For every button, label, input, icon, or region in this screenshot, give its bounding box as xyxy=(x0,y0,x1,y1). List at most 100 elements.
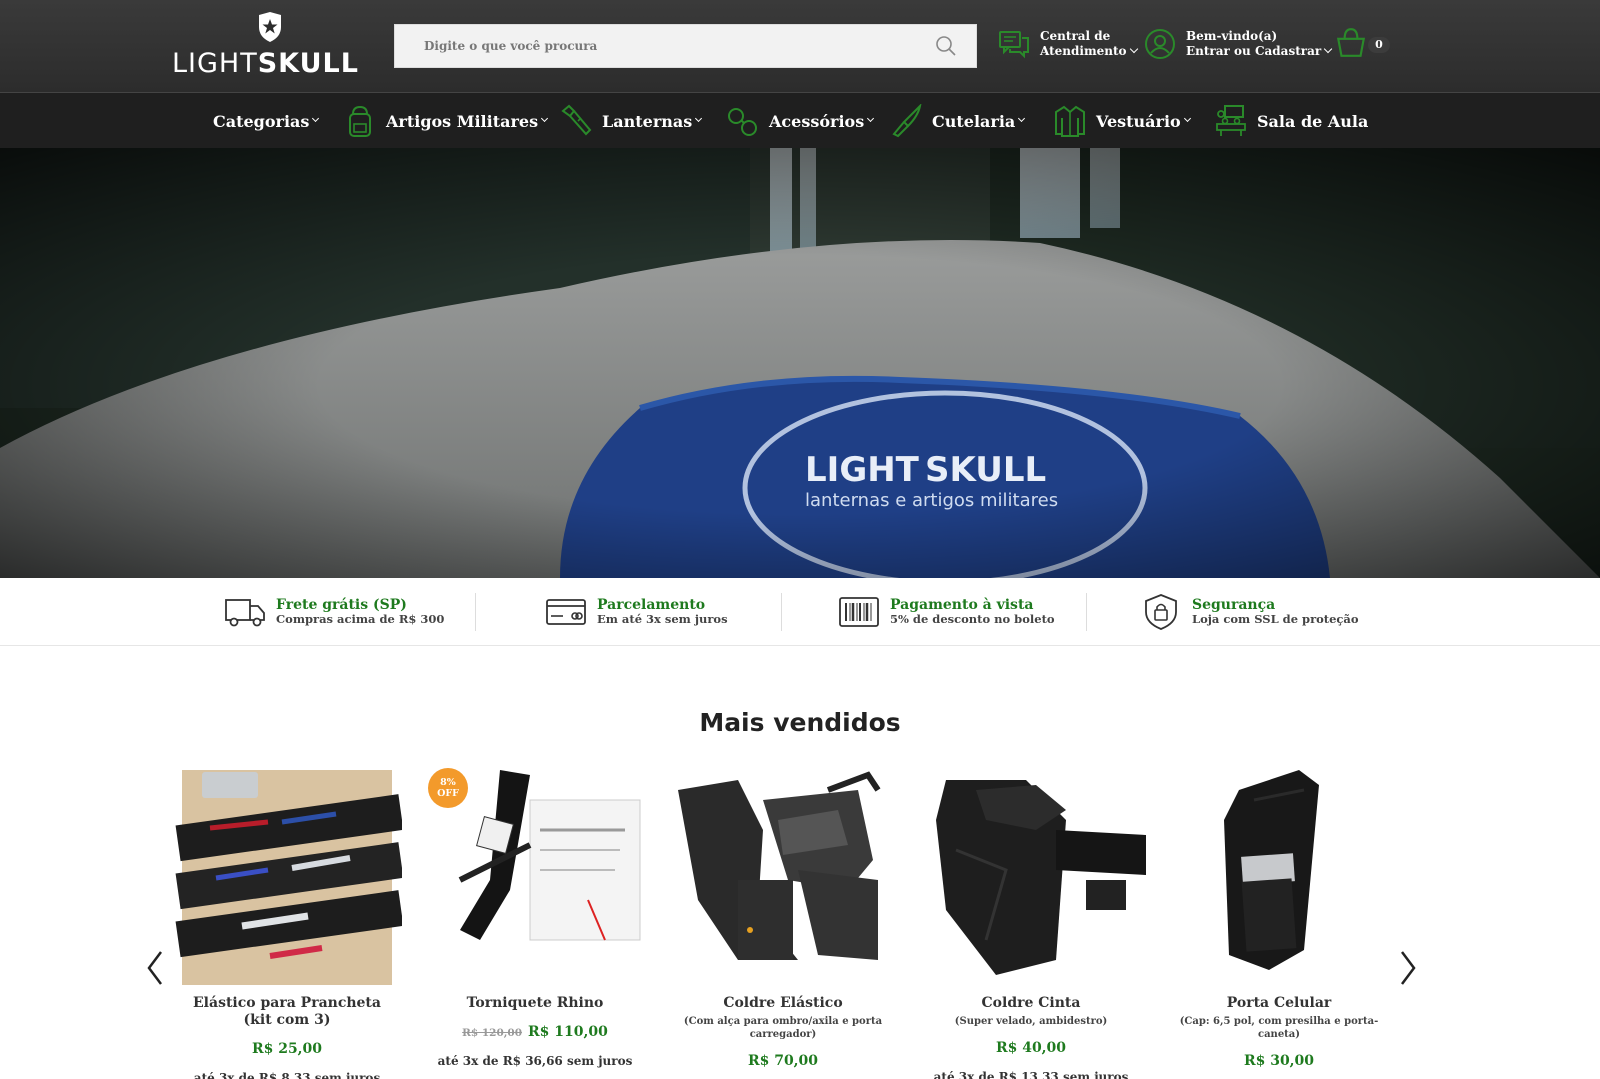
product-image[interactable] xyxy=(916,760,1146,985)
installments-prefix: até xyxy=(193,1071,215,1079)
installments-mid: de xyxy=(978,1070,995,1079)
chevron-down-icon xyxy=(541,114,549,122)
product-image[interactable] xyxy=(668,760,898,985)
search-input[interactable] xyxy=(395,25,926,67)
credit-card-icon xyxy=(546,599,586,625)
product-old-price: R$ 120,00 xyxy=(462,1027,523,1039)
product-name[interactable]: Torniquete Rhino xyxy=(420,995,650,1012)
benefit-subtitle: 5% de desconto no boleto xyxy=(890,612,1055,626)
installments-value: R$ 36,66 xyxy=(502,1054,563,1068)
nav-item-lanternas[interactable]: Lanternas xyxy=(560,101,703,141)
nav-item-categorias[interactable]: Categorias xyxy=(213,101,320,141)
product-description: (Super velado, ambidestro) xyxy=(954,1016,1108,1027)
flashlight-icon xyxy=(561,104,592,136)
chevron-down-icon xyxy=(1018,114,1026,122)
banner-logo-light: LIGHT xyxy=(805,450,920,490)
logo-wordmark: LIGHTSKULL xyxy=(172,48,359,79)
banner-logo-bold: SKULL xyxy=(925,450,1046,490)
truck-icon xyxy=(225,599,265,627)
nav-label: Acessórios xyxy=(769,111,865,131)
benefit-subtitle: Loja com SSL de proteção xyxy=(1192,612,1359,626)
nav-label: Vestuário xyxy=(1096,111,1181,131)
account-greeting: Bem-vindo(a) xyxy=(1186,29,1278,43)
product-name[interactable]: Elástico para Prancheta (kit com 3) xyxy=(172,995,402,1029)
benefit-subtitle: Em até 3x sem juros xyxy=(597,612,728,626)
product-installments: até 3x de R$ 36,66 sem juros xyxy=(420,1054,650,1068)
product-price: R$ 110,00 xyxy=(528,1024,608,1040)
hero-image: LIGHT SKULL lanternas e artigos militare… xyxy=(0,148,1600,578)
shield-star-icon xyxy=(259,12,281,42)
chevron-down-icon xyxy=(1323,44,1333,54)
login-link[interactable]: Entrar xyxy=(1186,44,1230,58)
product-card[interactable]: Porta Celular (Cap: 6,5 pol, com presilh… xyxy=(1164,760,1394,1069)
product-card[interactable]: Coldre Cinta (Super velado, ambidestro) … xyxy=(916,760,1146,1079)
store-logo[interactable]: LIGHTSKULL xyxy=(172,12,372,82)
knife-icon xyxy=(892,104,922,138)
carousel-next-arrow-icon[interactable] xyxy=(1398,950,1418,986)
product-image[interactable] xyxy=(172,760,402,985)
nav-item-cutelaria[interactable]: Cutelaria xyxy=(890,101,1026,141)
support-line2: Atendimento xyxy=(1040,44,1127,58)
product-price: R$ 25,00 xyxy=(251,1041,323,1057)
support-link[interactable]: Central de Atendimento xyxy=(998,28,1138,60)
product-image[interactable] xyxy=(1164,760,1394,985)
product-name[interactable]: Porta Celular xyxy=(1164,995,1394,1012)
discount-badge: 8% OFF xyxy=(428,768,468,808)
product-name[interactable]: Coldre Elástico xyxy=(668,995,898,1012)
product-installments: até 3x de R$ 13,33 sem juros xyxy=(916,1070,1146,1079)
lock-shield-icon xyxy=(1145,594,1177,630)
benefit-title: Segurança xyxy=(1192,597,1276,613)
installments-mid: de xyxy=(238,1071,255,1079)
handcuffs-icon xyxy=(728,108,757,136)
nav-label: Cutelaria xyxy=(932,111,1016,131)
installments-prefix: até xyxy=(933,1070,955,1079)
chevron-down-icon xyxy=(312,114,320,122)
search-bar xyxy=(394,24,977,68)
installments-count: 3x xyxy=(218,1071,235,1079)
chevron-down-icon xyxy=(1129,44,1138,54)
nav-label: Sala de Aula xyxy=(1257,111,1369,131)
installments-prefix: até xyxy=(437,1054,459,1068)
product-installments: até 3x de R$ 8,33 sem juros xyxy=(172,1071,402,1079)
product-price: R$ 40,00 xyxy=(995,1040,1067,1056)
product-name[interactable]: Coldre Cinta xyxy=(916,995,1146,1012)
benefit-title: Pagamento à vista xyxy=(890,597,1034,613)
chevron-down-icon xyxy=(867,114,875,122)
installments-value: R$ 13,33 xyxy=(998,1070,1059,1079)
jacket-icon xyxy=(1055,105,1085,137)
header: LIGHTSKULL Central de Atendimento xyxy=(0,0,1600,92)
nav-item-vestuario[interactable]: Vestuário xyxy=(1054,101,1191,141)
nav-item-acessorios[interactable]: Acessórios xyxy=(727,101,875,141)
logo-bold: SKULL xyxy=(257,48,359,79)
product-card[interactable]: 8% OFF Torniquete Rhino R$ 120,00 R$ 110,… xyxy=(420,760,650,1068)
backpack-icon xyxy=(349,105,371,137)
product-card[interactable]: Coldre Elástico (Com alça para ombro/axi… xyxy=(668,760,898,1069)
badge-percent: 8% xyxy=(440,777,456,788)
classroom-icon xyxy=(1216,105,1246,136)
divider xyxy=(475,593,476,631)
divider xyxy=(1086,593,1087,631)
installments-value: R$ 8,33 xyxy=(258,1071,311,1079)
register-link[interactable]: Cadastrar xyxy=(1255,44,1321,58)
chevron-down-icon xyxy=(695,114,703,122)
product-description: (Cap: 6,5 pol, com presilha e porta-cane… xyxy=(1179,1016,1379,1040)
benefit-title: Frete grátis (SP) xyxy=(276,597,407,613)
chevron-down-icon xyxy=(1183,114,1191,122)
account-or: ou xyxy=(1234,44,1251,58)
search-icon xyxy=(936,36,956,56)
product-image[interactable]: 8% OFF xyxy=(420,760,650,985)
chat-icon xyxy=(999,31,1029,59)
installments-mid: de xyxy=(482,1054,499,1068)
account-menu[interactable]: Bem-vindo(a) Entrar ou Cadastrar xyxy=(1144,28,1333,60)
product-price: R$ 70,00 xyxy=(747,1053,819,1069)
barcode-icon xyxy=(839,597,879,627)
carousel-prev-arrow-icon[interactable] xyxy=(145,950,165,986)
benefits-bar: Frete grátis (SP) Compras acima de R$ 30… xyxy=(0,578,1600,646)
hero-banner[interactable]: LIGHT SKULL lanternas e artigos militare… xyxy=(0,148,1600,578)
search-button[interactable] xyxy=(926,26,966,66)
divider xyxy=(781,593,782,631)
installments-suffix: sem juros xyxy=(1062,1070,1129,1079)
product-card[interactable]: Elástico para Prancheta (kit com 3) R$ 2… xyxy=(172,760,402,1079)
nav-item-artigos-militares[interactable]: Artigos Militares xyxy=(344,101,549,141)
nav-item-sala-de-aula[interactable]: Sala de Aula xyxy=(1215,101,1368,141)
